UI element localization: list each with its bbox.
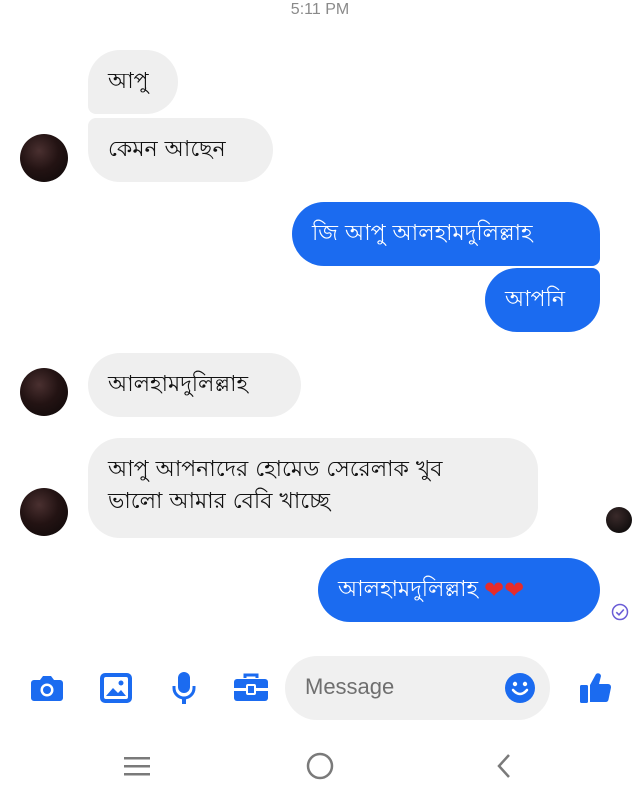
message-text: আপনি	[505, 287, 566, 312]
outgoing-message-bubble[interactable]: জি আপু আলহামদুলিল্লাহ	[292, 202, 600, 266]
menu-icon	[124, 757, 150, 776]
incoming-message-bubble[interactable]: কেমন আছেন	[88, 118, 273, 182]
incoming-message-bubble[interactable]: আলহামদুলিল্লাহ	[88, 353, 301, 417]
camera-button[interactable]	[27, 668, 67, 708]
like-button[interactable]	[576, 668, 616, 708]
back-icon	[497, 754, 510, 778]
message-text: কেমন আছেন	[108, 137, 226, 162]
contact-avatar[interactable]	[20, 368, 68, 416]
message-placeholder: Message	[305, 674, 395, 699]
gallery-icon	[100, 673, 132, 703]
incoming-message-bubble[interactable]: আপু আপনাদের হোমেড সেরেলাক খুব ভালো আমার …	[88, 438, 538, 538]
message-text-line-2: ভালো আমার বেবি খাচ্ছে	[108, 489, 330, 514]
outgoing-message-bubble[interactable]: আপনি	[485, 268, 600, 332]
heart-emoji: ❤❤	[484, 576, 525, 604]
contact-avatar[interactable]	[20, 488, 68, 536]
gallery-button[interactable]	[96, 668, 136, 708]
message-text-line-1: আপু আপনাদের হোমেড সেরেলাক খুব	[108, 457, 443, 482]
home-button[interactable]	[300, 750, 340, 782]
outgoing-message-bubble[interactable]: আলহামদুলিল্লাহ ❤❤	[318, 558, 600, 622]
system-navigation-bar	[0, 736, 640, 796]
microphone-button[interactable]	[164, 668, 204, 708]
thumbs-up-icon	[580, 673, 612, 703]
message-text: আলহামদুলিল্লাহ	[108, 372, 249, 397]
seen-receipt-avatar	[606, 507, 632, 533]
microphone-icon	[172, 672, 196, 704]
incoming-message-bubble[interactable]: আপু	[88, 50, 178, 114]
message-timestamp: 5:11 PM	[290, 1, 350, 18]
back-button[interactable]	[484, 750, 524, 782]
message-text: আলহামদুলিল্লাহ	[338, 577, 479, 602]
message-text: জি আপু আলহামদুলিল্লাহ	[312, 221, 533, 246]
camera-icon	[31, 676, 63, 701]
message-input[interactable]: Message	[285, 656, 550, 720]
toolbox-button[interactable]	[231, 668, 271, 708]
recent-apps-button[interactable]	[117, 750, 157, 782]
message-composer: Message	[0, 652, 640, 724]
home-icon	[306, 752, 334, 780]
message-text: আপু	[108, 69, 149, 94]
smiley-icon[interactable]	[504, 672, 536, 704]
contact-avatar[interactable]	[20, 134, 68, 182]
toolbox-icon	[234, 673, 268, 701]
delivered-check-icon	[611, 603, 629, 621]
